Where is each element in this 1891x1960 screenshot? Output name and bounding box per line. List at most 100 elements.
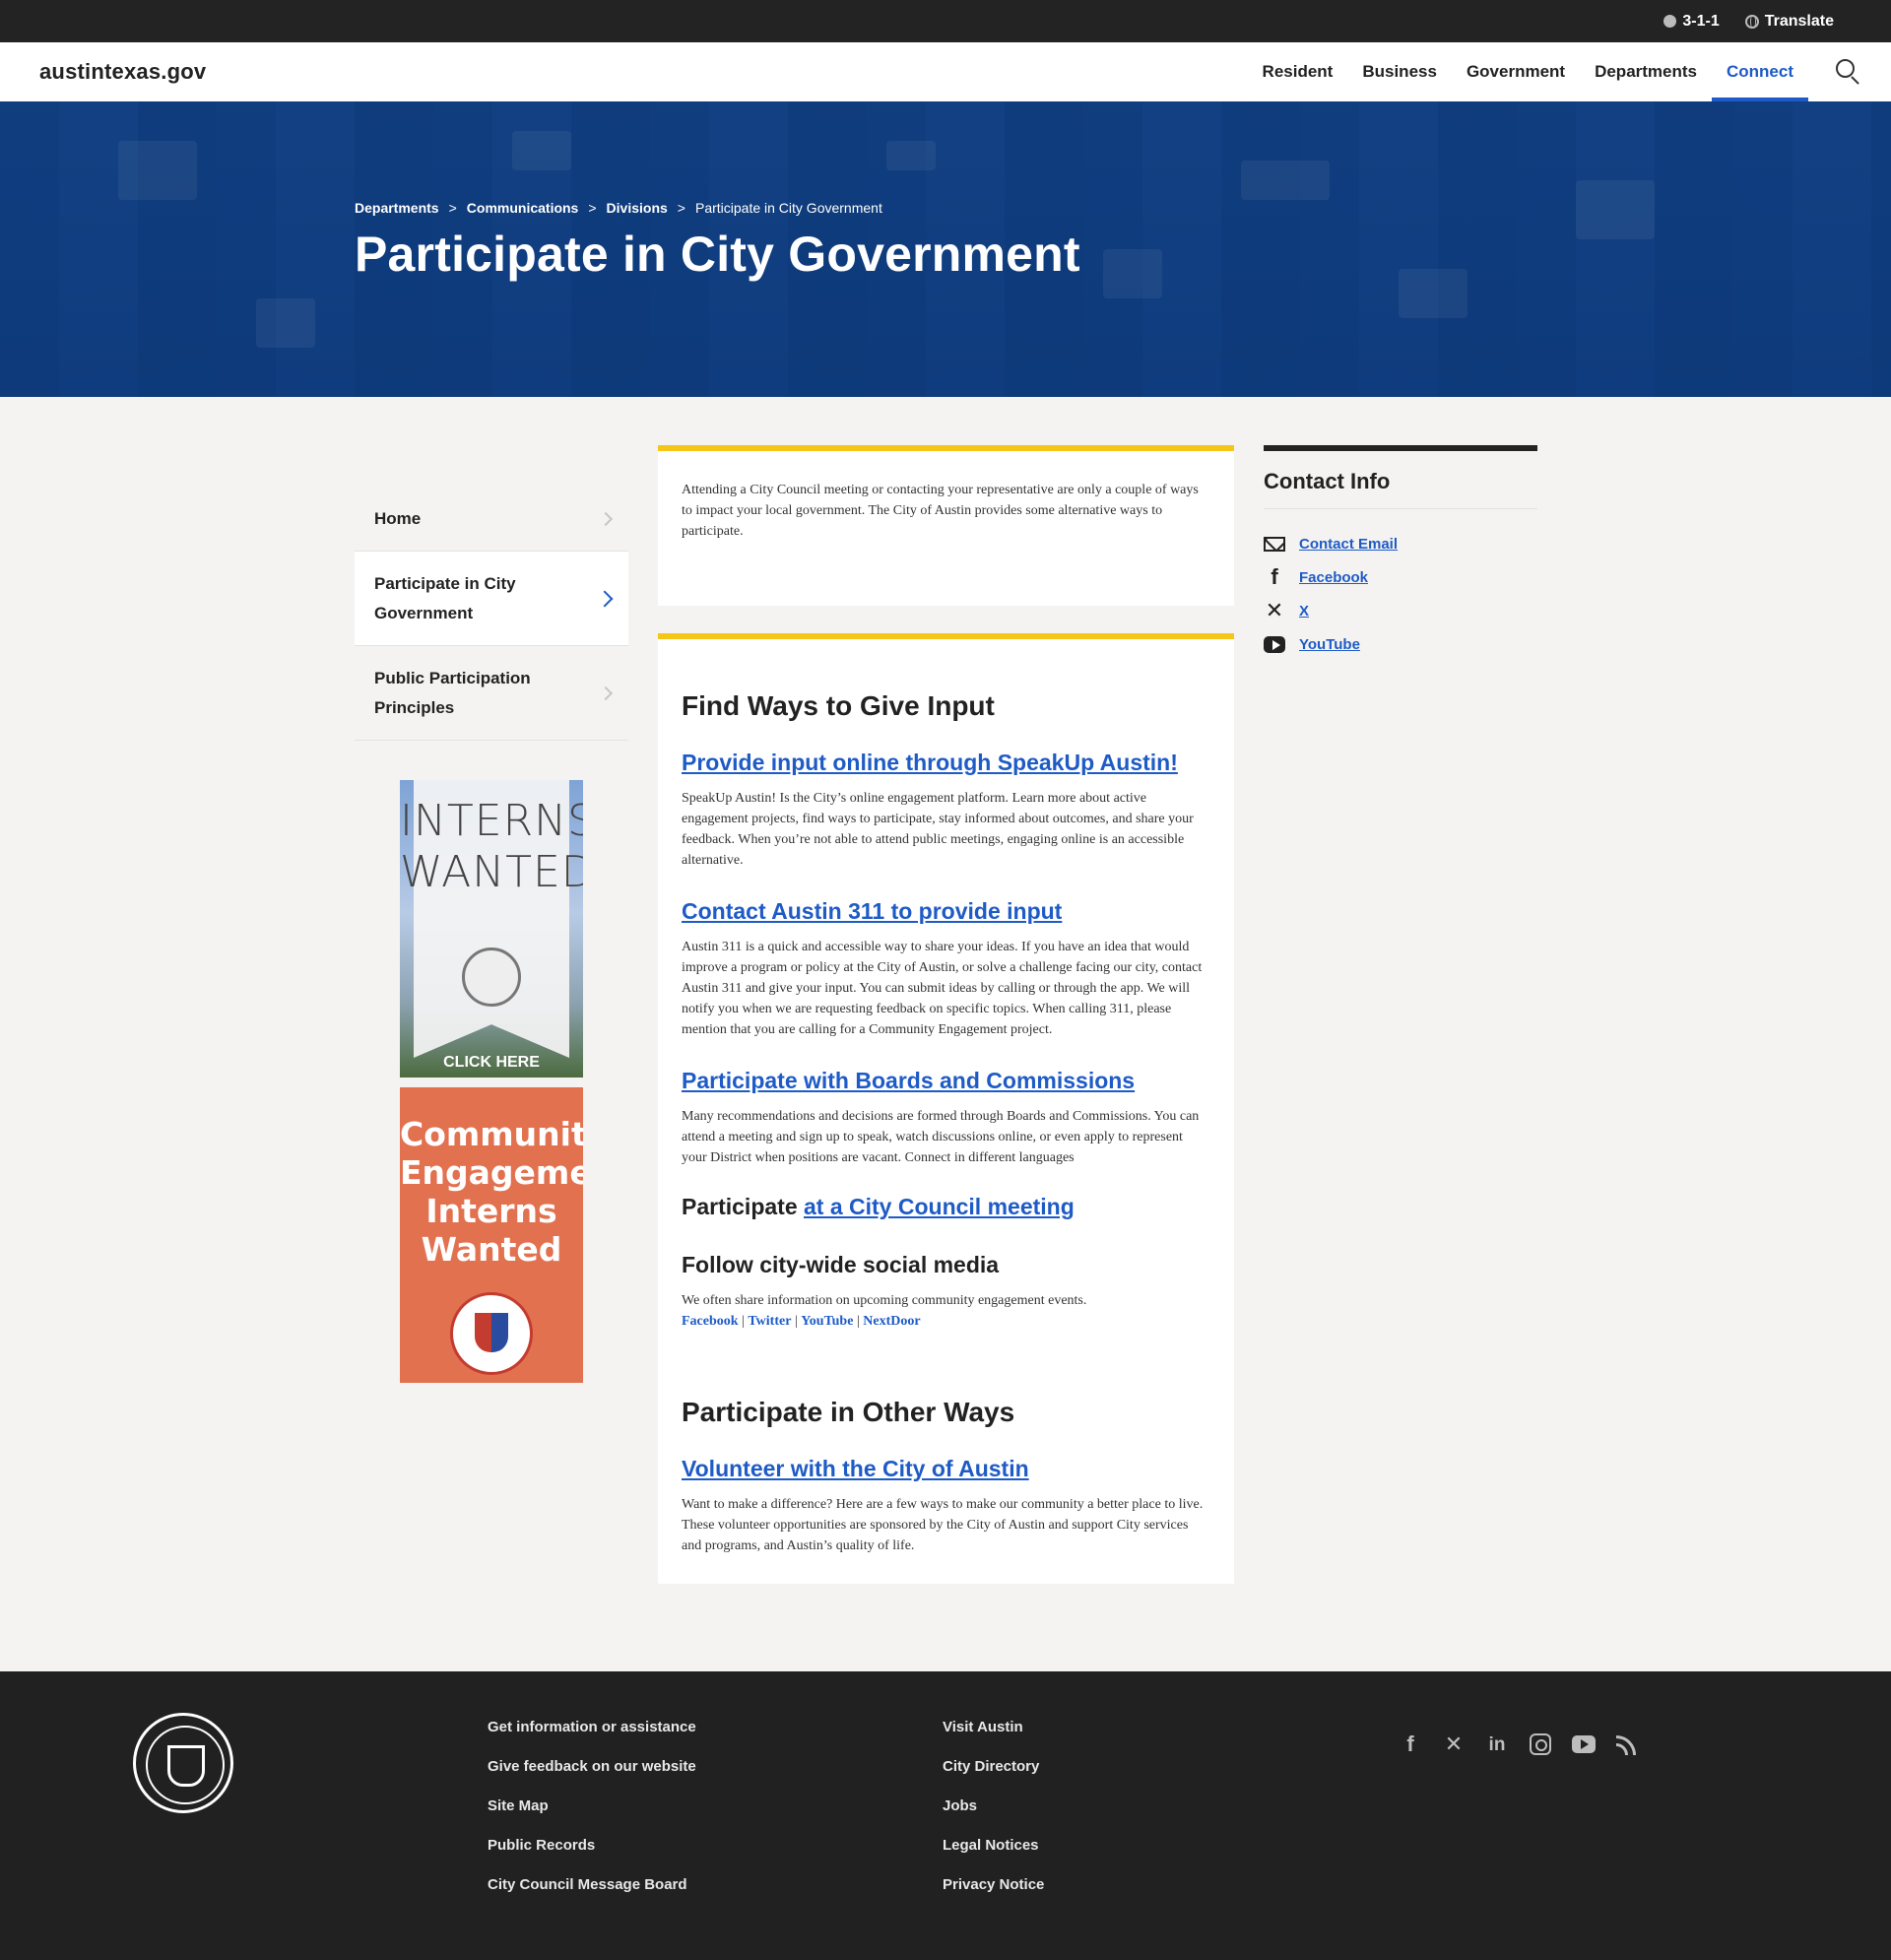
austin-311-description: Austin 311 is a quick and accessible way… <box>682 940 1203 1037</box>
contact-info-header: Contact Info <box>1264 445 1537 509</box>
footer-link-city-directory[interactable]: City Directory <box>943 1758 1044 1797</box>
city-seal-icon <box>450 1292 533 1375</box>
council-meeting-heading: Participate at a City Council meeting <box>682 1194 1210 1220</box>
footer-link-get-information[interactable]: Get information or assistance <box>488 1719 696 1758</box>
footer-links-column-2: Visit Austin City Directory Jobs Legal N… <box>943 1719 1044 1916</box>
footer-link-privacy-notice[interactable]: Privacy Notice <box>943 1876 1044 1916</box>
phone-311-link[interactable]: 3-1-1 <box>1663 12 1720 31</box>
footer-link-give-feedback[interactable]: Give feedback on our website <box>488 1758 696 1797</box>
community-engagement-promo[interactable]: Community Engagement Interns Wanted <box>400 1087 583 1383</box>
city-seal-icon[interactable] <box>133 1713 233 1813</box>
intro-card: Attending a City Council meeting or cont… <box>658 445 1234 606</box>
contact-email-link[interactable]: Contact Email <box>1299 536 1398 553</box>
council-prefix: Participate <box>682 1194 798 1219</box>
section-heading-other-ways: Participate in Other Ways <box>682 1397 1015 1427</box>
intro-text: Attending a City Council meeting or cont… <box>682 483 1199 539</box>
sidebar-item-principles[interactable]: Public Participation Principles <box>355 646 628 741</box>
main-navigation: austintexas.gov Resident Business Govern… <box>0 42 1891 101</box>
sidebar-item-label: Home <box>374 509 422 528</box>
sidebar-item-home[interactable]: Home <box>355 488 628 552</box>
x-icon[interactable]: ✕ <box>1442 1732 1466 1756</box>
content-card: Find Ways to Give Input Provide input on… <box>658 633 1234 1584</box>
nav-link-departments[interactable]: Departments <box>1580 42 1712 101</box>
search-handle <box>1851 76 1859 85</box>
social-media-description: We often share information on upcoming c… <box>682 1293 1087 1308</box>
breadcrumb: Departments > Communications > Divisions… <box>355 200 1080 216</box>
page-title: Participate in City Government <box>355 227 1080 282</box>
volunteer-description: Want to make a difference? Here are a fe… <box>682 1497 1204 1553</box>
contact-youtube-item[interactable]: YouTube <box>1264 627 1537 661</box>
youtube-icon <box>1264 633 1285 655</box>
city-seal-icon <box>462 947 521 1007</box>
footer-link-visit-austin[interactable]: Visit Austin <box>943 1719 1044 1758</box>
promo-community-line3: Interns <box>425 1192 557 1230</box>
social-link-nextdoor[interactable]: NextDoor <box>863 1314 920 1329</box>
speakup-austin-link[interactable]: Provide input online through SpeakUp Aus… <box>682 750 1210 776</box>
social-media-heading: Follow city-wide social media <box>682 1252 1000 1277</box>
austin-311-link[interactable]: Contact Austin 311 to provide input <box>682 898 1210 925</box>
contact-youtube-link[interactable]: YouTube <box>1299 636 1360 653</box>
breadcrumb-departments[interactable]: Departments <box>355 200 439 216</box>
sidebar-item-participate[interactable]: Participate in City Government <box>355 552 628 646</box>
contact-x-link[interactable]: X <box>1299 603 1309 620</box>
sidebar: Home Participate in City Government Publ… <box>355 488 628 1383</box>
promo-community-line1: Community <box>400 1115 583 1153</box>
sidebar-item-label: Public Participation Principles <box>374 668 531 717</box>
breadcrumb-separator: > <box>448 200 457 216</box>
interns-wanted-promo[interactable]: INTERNS WANTED CLICK HERE <box>400 780 583 1078</box>
instagram-icon[interactable] <box>1529 1732 1552 1756</box>
social-separator: | <box>856 1314 860 1329</box>
contact-list: Contact Email f Facebook ✕ X YouTube <box>1264 527 1537 661</box>
x-icon: ✕ <box>1265 598 1284 622</box>
footer-link-jobs[interactable]: Jobs <box>943 1797 1044 1837</box>
social-link-twitter[interactable]: Twitter <box>748 1314 791 1329</box>
globe-icon <box>1744 14 1759 29</box>
contact-info-panel: Contact Info Contact Email f Facebook ✕ … <box>1264 445 1537 661</box>
translate-button[interactable]: Translate <box>1744 13 1834 31</box>
social-media-links: Facebook | Twitter | YouTube | NextDoor <box>682 1311 1210 1332</box>
breadcrumb-communications[interactable]: Communications <box>467 200 579 216</box>
info-icon <box>1663 15 1677 28</box>
nav-link-resident[interactable]: Resident <box>1248 42 1348 101</box>
contact-x-item[interactable]: ✕ X <box>1264 594 1537 627</box>
linkedin-icon[interactable]: in <box>1485 1732 1509 1756</box>
phone-311-label: 3-1-1 <box>1682 12 1720 30</box>
nav-link-business[interactable]: Business <box>1347 42 1452 101</box>
rss-icon[interactable] <box>1615 1732 1639 1756</box>
promo-interns-line1: INTERNS <box>400 796 583 846</box>
footer-link-site-map[interactable]: Site Map <box>488 1797 696 1837</box>
social-separator: | <box>742 1314 745 1329</box>
breadcrumb-current: Participate in City Government <box>694 200 882 216</box>
footer-link-public-records[interactable]: Public Records <box>488 1837 696 1876</box>
promo-click-here: CLICK HERE <box>443 1054 540 1071</box>
nav-links: Resident Business Government Departments… <box>1248 42 1808 101</box>
speakup-description: SpeakUp Austin! Is the City’s online eng… <box>682 791 1194 868</box>
footer-link-message-board[interactable]: City Council Message Board <box>488 1876 696 1916</box>
social-separator: | <box>794 1314 798 1329</box>
contact-facebook-item[interactable]: f Facebook <box>1264 560 1537 594</box>
footer-social-icons: f ✕ in <box>1399 1732 1639 1756</box>
council-meeting-link[interactable]: at a City Council meeting <box>804 1194 1075 1219</box>
site-logo[interactable]: austintexas.gov <box>39 59 206 85</box>
contact-email-item[interactable]: Contact Email <box>1264 527 1537 560</box>
nav-link-connect[interactable]: Connect <box>1712 42 1808 101</box>
facebook-icon[interactable]: f <box>1399 1732 1422 1756</box>
footer-link-legal-notices[interactable]: Legal Notices <box>943 1837 1044 1876</box>
search-icon[interactable] <box>1836 59 1861 85</box>
main-content: Attending a City Council meeting or cont… <box>658 445 1234 1584</box>
site-footer: Get information or assistance Give feedb… <box>0 1671 1891 1960</box>
boards-commissions-link[interactable]: Participate with Boards and Commissions <box>682 1068 1210 1094</box>
contact-facebook-link[interactable]: Facebook <box>1299 569 1368 586</box>
hero-banner: Departments > Communications > Divisions… <box>0 101 1891 397</box>
nav-link-government[interactable]: Government <box>1452 42 1580 101</box>
volunteer-link[interactable]: Volunteer with the City of Austin <box>682 1456 1210 1482</box>
sidebar-item-label: Participate in City Government <box>374 573 516 622</box>
breadcrumb-divisions[interactable]: Divisions <box>607 200 668 216</box>
utility-bar: 3-1-1 Translate <box>0 0 1891 42</box>
social-link-facebook[interactable]: Facebook <box>682 1314 739 1329</box>
social-link-youtube[interactable]: YouTube <box>801 1314 853 1329</box>
youtube-icon[interactable] <box>1572 1732 1596 1756</box>
facebook-icon: f <box>1271 564 1278 589</box>
hero-content: Departments > Communications > Divisions… <box>355 200 1080 283</box>
breadcrumb-separator: > <box>588 200 597 216</box>
